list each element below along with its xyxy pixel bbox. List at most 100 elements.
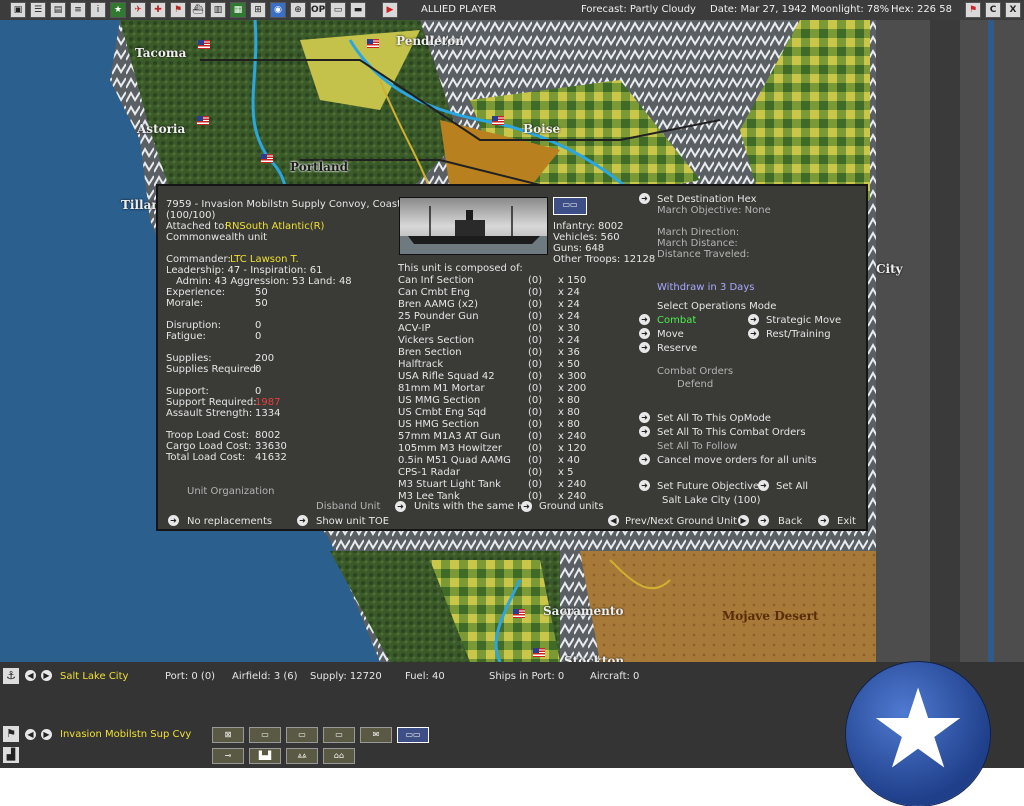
composition-item-damaged: (0) (528, 323, 543, 334)
city-label-city: City (876, 262, 903, 276)
c-button[interactable]: C (985, 2, 1001, 18)
set-future-objective-button[interactable]: Set Future Objective (657, 481, 759, 492)
opmode-rest-training[interactable]: Rest/Training (766, 329, 831, 340)
set-all-opmode-button[interactable]: Set All To This OpMode (657, 413, 771, 424)
cancel-move-orders-button[interactable]: Cancel move orders for all units (657, 455, 817, 466)
composition-item-quantity: x 200 (558, 383, 587, 394)
composition-item-damaged: (0) (528, 371, 543, 382)
prev-base-icon[interactable]: ◀ (25, 670, 36, 681)
base-force-icon[interactable]: ▙▟ (249, 748, 281, 764)
armor-unit-icon[interactable]: ▭ (286, 727, 318, 743)
plane-icon[interactable]: ✈ (130, 2, 146, 18)
select-ops-label: Select Operations Mode (657, 301, 777, 312)
back-button[interactable]: Back (778, 516, 802, 527)
composition-item-damaged: (0) (528, 383, 543, 394)
fortification-icon[interactable]: ⩓⩓ (286, 748, 318, 764)
composition-title: This unit is composed of: (398, 263, 523, 274)
recon-icon[interactable]: ⊕ (290, 2, 306, 18)
city-label-tacoma: Tacoma (135, 46, 187, 60)
stat-value: 1334 (255, 408, 281, 419)
hq-unit-icon[interactable]: ✉ (360, 727, 392, 743)
composition-item-damaged: (0) (528, 347, 543, 358)
port-size: Port: 0 (0) (165, 671, 216, 682)
composition-item-name: Bren Section (398, 347, 462, 358)
info-icon[interactable]: i (90, 2, 106, 18)
anchor-icon[interactable]: ⚓ (3, 668, 19, 684)
no-replacements-toggle[interactable]: No replacements (187, 516, 272, 527)
composition-item-damaged: (0) (528, 431, 543, 442)
map-icon[interactable]: ▣ (10, 2, 26, 18)
us-flag-icon (533, 648, 545, 657)
artillery-unit-icon[interactable]: ⊸ (212, 748, 244, 764)
us-flag-icon (197, 116, 209, 125)
stat-value: 50 (255, 287, 268, 298)
airfield-size: Airfield: 3 (6) (232, 671, 298, 682)
disband-unit-button[interactable]: Disband Unit (316, 501, 380, 512)
ground-units-button[interactable]: Ground units (539, 501, 604, 512)
prev-arrow-icon[interactable]: ◀ (608, 515, 619, 526)
next-base-icon[interactable]: ▶ (41, 670, 52, 681)
infantry-unit-icon[interactable]: ⊠ (212, 727, 244, 743)
factory-icon[interactable]: ▟ (3, 747, 19, 763)
set-destination-button[interactable]: Set Destination Hex (657, 194, 757, 205)
fighter-icon[interactable]: ✚ (150, 2, 166, 18)
document-icon[interactable]: ☰ (30, 2, 46, 18)
stat-value: 33630 (255, 441, 287, 452)
arrow-icon: ➜ (521, 501, 532, 512)
flag-icon[interactable]: ⚑ (170, 2, 186, 18)
combat-order-defend[interactable]: Defend (677, 379, 713, 390)
composition-item-name: US MMG Section (398, 395, 481, 406)
units-same-hq-button[interactable]: Units with the same HQ (414, 501, 533, 512)
selected-unit-name[interactable]: Invasion Mobilstn Sup Cvy (60, 729, 191, 740)
composition-item-name: Vickers Section (398, 335, 475, 346)
stat-label: Supplies Required: (166, 364, 260, 375)
commander-link[interactable]: LTC Lawson T. (230, 254, 299, 265)
unit-organization-button[interactable]: Unit Organization (187, 486, 274, 497)
construction-icon[interactable]: ⌂⌂ (323, 748, 355, 764)
selected-unit-type-icon[interactable]: ▭▭ (397, 727, 429, 743)
armor-unit-icon[interactable]: ▭ (323, 727, 355, 743)
next-arrow-icon[interactable]: ▶ (738, 515, 749, 526)
star-glyph: ★ (868, 665, 968, 793)
aircraft-count: Aircraft: 0 (590, 671, 640, 682)
composition-item-quantity: x 80 (558, 395, 580, 406)
ships-in-port: Ships in Port: 0 (489, 671, 565, 682)
set-all-follow-button[interactable]: Set All To Follow (657, 441, 737, 452)
globe-icon[interactable]: ◉ (270, 2, 286, 18)
land-icon[interactable]: ▥ (210, 2, 226, 18)
base-icon[interactable]: ▦ (230, 2, 246, 18)
vehicles-count: Vehicles: 560 (553, 232, 620, 243)
op-icon[interactable]: OP (310, 2, 326, 18)
flag-icon[interactable]: ⚑ (965, 2, 981, 18)
opmode-strategic-move[interactable]: Strategic Move (766, 315, 841, 326)
prev-unit-icon[interactable]: ◀ (25, 729, 36, 740)
set-all-combat-orders-button[interactable]: Set All To This Combat Orders (657, 427, 806, 438)
report-icon[interactable]: ▤ (50, 2, 66, 18)
list-icon[interactable]: ≡ (70, 2, 86, 18)
opmode-move[interactable]: Move (657, 329, 684, 340)
sound-icon[interactable]: ▬ (350, 2, 366, 18)
composition-item-damaged: (0) (528, 395, 543, 406)
end-turn-icon[interactable]: ▶ (382, 2, 398, 18)
forecast: Forecast: Partly Cloudy (581, 4, 696, 15)
ship-icon[interactable]: ⛴ (190, 2, 206, 18)
opmode-reserve[interactable]: Reserve (657, 343, 697, 354)
armor-unit-icon[interactable]: ▭ (249, 727, 281, 743)
opmode-combat[interactable]: Combat (657, 315, 696, 326)
set-all-button[interactable]: Set All (776, 481, 808, 492)
screen-icon[interactable]: ▭ (330, 2, 346, 18)
flag-icon[interactable]: ⚑ (3, 726, 19, 742)
star-icon[interactable]: ★ (110, 2, 126, 18)
exit-button[interactable]: Exit (837, 516, 856, 527)
next-unit-icon[interactable]: ▶ (41, 729, 52, 740)
stat-label: Fatigue: (166, 331, 206, 342)
base-name-link[interactable]: Salt Lake City (60, 671, 128, 682)
attached-hq-link[interactable]: RNSouth Atlantic(R) (225, 221, 324, 232)
region-label-mojave: Mojave Desert (722, 609, 819, 623)
composition-item-name: ACV-IP (398, 323, 431, 334)
show-toe-button[interactable]: Show unit TOE (316, 516, 389, 527)
composition-item-quantity: x 240 (558, 491, 587, 502)
composition-item-quantity: x 36 (558, 347, 580, 358)
base-list-icon[interactable]: ⊞ (250, 2, 266, 18)
close-button[interactable]: X (1005, 2, 1021, 18)
